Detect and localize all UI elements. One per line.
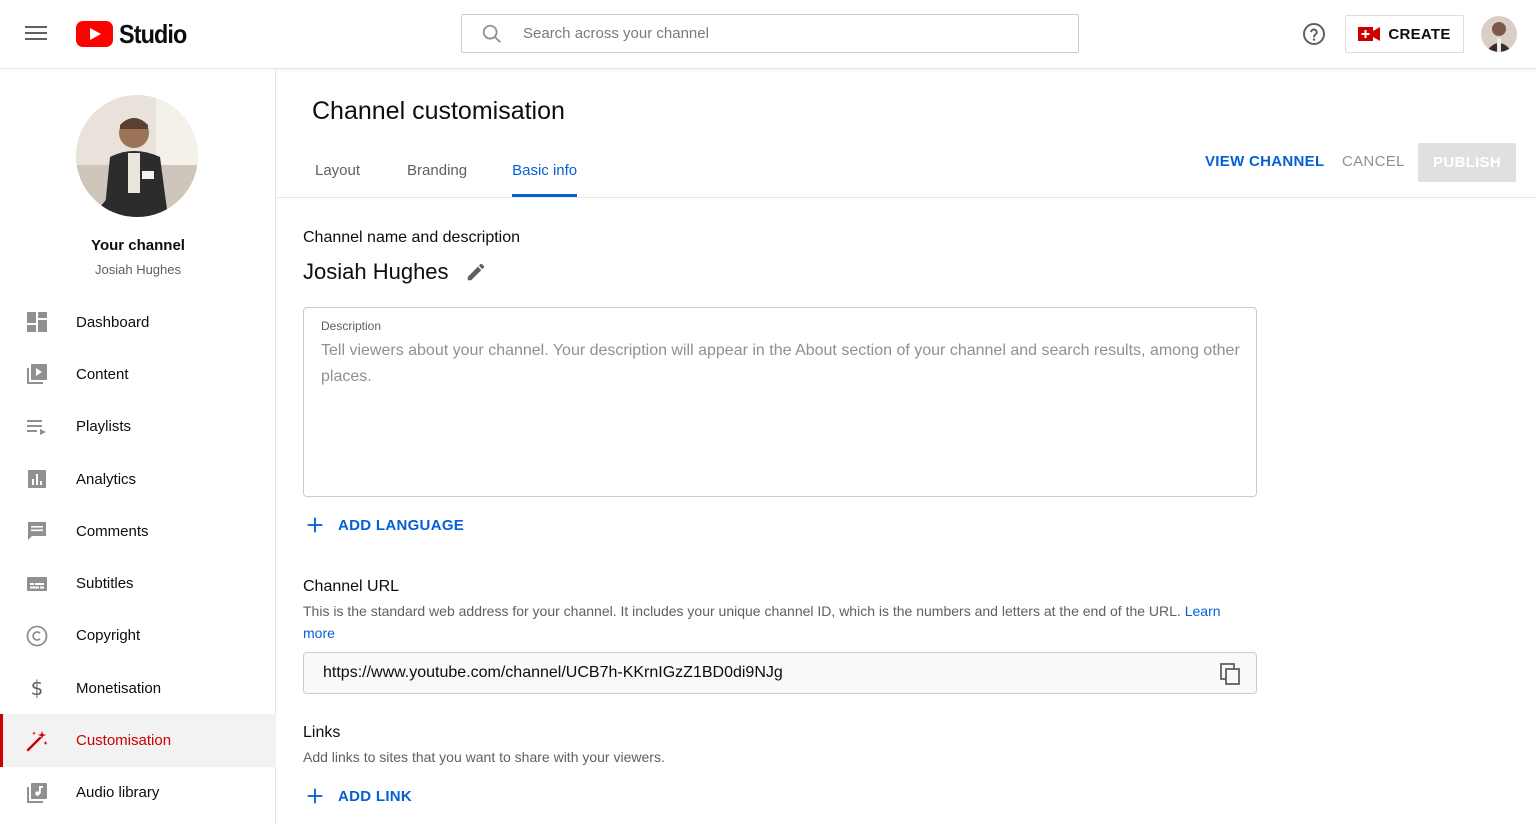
tabs-divider <box>277 197 1536 198</box>
help-icon[interactable] <box>1302 22 1326 46</box>
channel-avatar[interactable] <box>76 95 198 217</box>
sidebar-item-label: Dashboard <box>76 313 150 331</box>
sidebar-item-playlists[interactable]: Playlists <box>0 401 276 453</box>
dashboard-icon <box>27 312 47 333</box>
create-button[interactable]: CREATE <box>1345 15 1464 53</box>
playlists-icon <box>27 419 46 435</box>
sidebar-item-label: Comments <box>76 522 149 540</box>
content-icon <box>27 364 47 385</box>
tab-basic-info[interactable]: Basic info <box>512 157 578 197</box>
page-title: Channel customisation <box>312 97 565 125</box>
plus-icon <box>307 517 323 533</box>
publish-button[interactable]: PUBLISH <box>1418 143 1516 182</box>
add-language-label: ADD LANGUAGE <box>338 516 465 534</box>
create-label: CREATE <box>1388 25 1451 43</box>
channel-url-value: https://www.youtube.com/channel/UCB7h-KK… <box>323 664 783 681</box>
customisation-tabs: Layout Branding Basic info <box>315 157 578 197</box>
channel-url-field[interactable]: https://www.youtube.com/channel/UCB7h-KK… <box>303 652 1257 694</box>
account-avatar-image <box>1481 16 1517 52</box>
tab-branding[interactable]: Branding <box>407 157 467 197</box>
sidebar-item-monetisation[interactable]: $ Monetisation <box>0 662 276 714</box>
channel-name: Josiah Hughes <box>303 259 449 284</box>
sidebar-item-label: Content <box>76 365 129 383</box>
dollar-icon: $ <box>31 676 44 700</box>
channel-url-title: Channel URL <box>303 578 400 595</box>
add-language-button[interactable]: ADD LANGUAGE <box>304 514 464 536</box>
cancel-button[interactable]: CANCEL <box>1342 153 1405 170</box>
sidebar-item-content[interactable]: Content <box>0 348 276 400</box>
sidebar-item-label: Playlists <box>76 418 132 436</box>
sidebar-item-customisation[interactable]: Customisation <box>0 714 276 767</box>
channel-owner-name: Josiah Hughes <box>95 262 181 277</box>
plus-icon <box>307 788 323 804</box>
main-content: Channel customisation Layout Branding Ba… <box>277 69 1536 825</box>
channel-avatar-image <box>76 95 198 217</box>
links-title: Links <box>303 724 341 741</box>
links-help-text: Add links to sites that you want to shar… <box>303 749 665 765</box>
sidebar-item-audio-library[interactable]: Audio library <box>0 767 276 819</box>
sidebar-item-subtitles[interactable]: Subtitles <box>0 557 276 609</box>
your-channel-title: Your channel <box>91 237 185 254</box>
tab-layout[interactable]: Layout <box>315 157 360 197</box>
copy-icon[interactable] <box>1218 662 1242 686</box>
copyright-icon <box>26 625 48 647</box>
sidebar-item-label: Copyright <box>76 627 141 645</box>
search-input[interactable] <box>523 25 1043 42</box>
sidebar-item-comments[interactable]: Comments <box>0 505 276 557</box>
youtube-logo-icon <box>76 21 113 47</box>
sidebar-item-analytics[interactable]: Analytics <box>0 453 276 505</box>
magic-wand-icon <box>26 730 48 751</box>
sidebar-item-label: Analytics <box>76 470 137 488</box>
sidebar: Your channel Josiah Hughes Dashboard Con… <box>0 69 276 825</box>
channel-url-help-text: This is the standard web address for you… <box>303 603 1181 619</box>
top-bar: Studio CREATE <box>0 0 1536 69</box>
sidebar-item-label: Audio library <box>76 784 160 802</box>
description-placeholder: Tell viewers about your channel. Your de… <box>321 342 1240 385</box>
sidebar-nav: Dashboard Content Playlists Analytics Co… <box>0 296 276 819</box>
audio-library-icon <box>27 782 47 803</box>
description-label: Description <box>321 319 382 333</box>
subtitles-icon <box>27 576 47 591</box>
pencil-icon[interactable] <box>465 261 487 283</box>
sidebar-item-label: Subtitles <box>76 575 134 593</box>
channel-name-row: Josiah Hughes <box>303 259 487 285</box>
add-link-label: ADD LINK <box>338 787 413 805</box>
name-description-title: Channel name and description <box>303 229 521 246</box>
search-bar[interactable] <box>461 14 1079 53</box>
menu-icon[interactable] <box>22 22 50 46</box>
comments-icon <box>28 522 46 541</box>
camera-icon <box>1358 27 1381 41</box>
sidebar-item-copyright[interactable]: Copyright <box>0 610 276 662</box>
analytics-icon <box>28 470 46 489</box>
sidebar-item-label: Monetisation <box>76 679 162 697</box>
view-channel-button[interactable]: VIEW CHANNEL <box>1205 153 1324 170</box>
description-field[interactable]: Description Tell viewers about your chan… <box>303 307 1257 497</box>
account-avatar[interactable] <box>1481 16 1517 52</box>
add-link-button[interactable]: ADD LINK <box>304 785 412 807</box>
studio-logo[interactable]: Studio <box>76 19 194 49</box>
sidebar-item-dashboard[interactable]: Dashboard <box>0 296 276 348</box>
search-icon <box>482 24 501 43</box>
brand-name: Studio <box>119 18 187 49</box>
svg-text:$: $ <box>31 676 44 700</box>
sidebar-item-label: Customisation <box>76 732 172 750</box>
channel-url-help: This is the standard web address for you… <box>303 600 1243 644</box>
